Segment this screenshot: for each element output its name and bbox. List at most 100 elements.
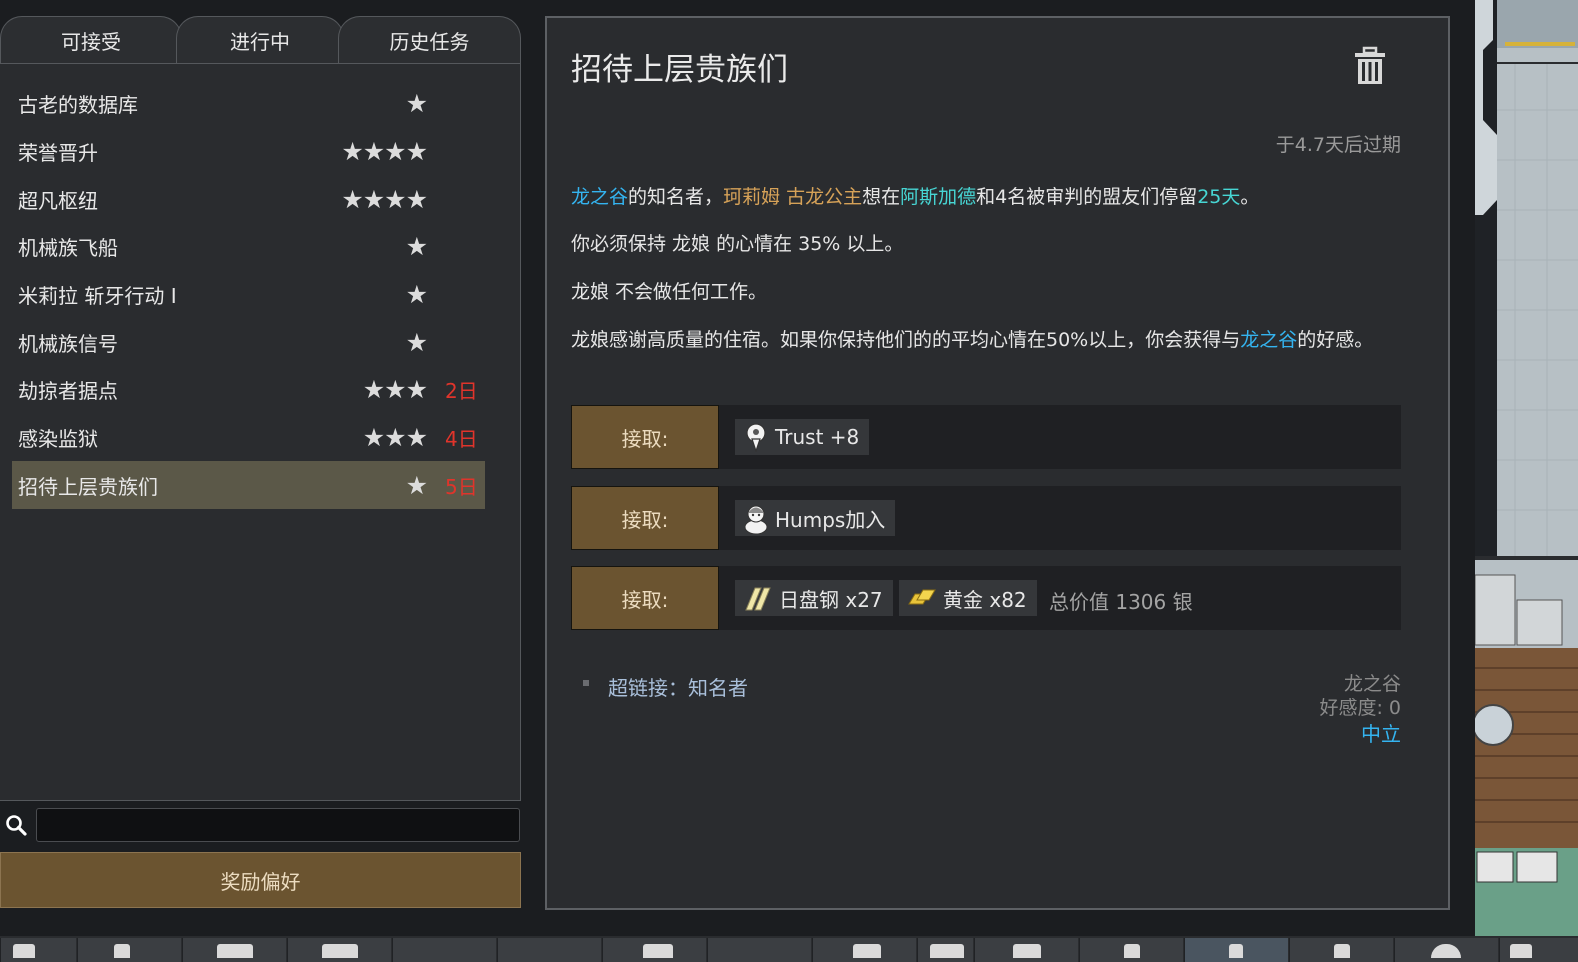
star-rating: ★ <box>405 327 428 357</box>
pawn-portrait-icon <box>744 505 768 534</box>
quest-title: 招待上层贵族们 <box>571 52 788 88</box>
tab-available[interactable]: 可接受 <box>0 16 182 64</box>
faction-name: 龙之谷 <box>1343 673 1401 695</box>
quest-days: 2日 <box>445 378 478 403</box>
quest-item[interactable]: 机械族信号 ★ <box>12 318 485 366</box>
quest-item-selected[interactable]: 招待上层贵族们 ★ 5日 <box>12 461 485 509</box>
quest-name: 米莉拉 斩牙行动 I <box>18 283 177 308</box>
star-rating: ★★★ <box>362 422 428 452</box>
settings-icon <box>1013 944 1041 958</box>
duration-text: 25天 <box>1197 186 1241 208</box>
animal-icon <box>643 944 673 958</box>
plasteel-icon <box>745 587 771 611</box>
reward-item: Humps加入 <box>735 500 896 536</box>
toolbar-button[interactable] <box>182 938 286 962</box>
quest-item[interactable]: 劫掠者据点 ★★★ 2日 <box>12 365 485 413</box>
toolbar-button[interactable] <box>77 938 181 962</box>
toolbar-button[interactable] <box>497 938 601 962</box>
world-icon <box>1431 944 1461 958</box>
game-map-view[interactable] <box>1475 0 1578 938</box>
quest-list: 古老的数据库 ★ 荣誉晋升 ★★★★ 超凡枢纽 ★★★★ 机械族飞船 ★ 米莉拉… <box>0 63 521 801</box>
quest-item[interactable]: 超凡枢纽 ★★★★ <box>12 175 485 223</box>
toolbar-button[interactable] <box>707 938 811 962</box>
quest-days: 5日 <box>445 474 478 499</box>
person-link[interactable]: 珂莉姆 古龙公主 <box>723 186 862 208</box>
quest-item[interactable]: 感染监狱 ★★★ 4日 <box>12 413 485 461</box>
hyperlink[interactable]: 超链接：知名者 <box>608 672 748 701</box>
reward-item: Trust +8 <box>735 419 870 455</box>
star-rating: ★ <box>405 231 428 261</box>
map-terrain <box>1475 0 1578 938</box>
tab-in-progress[interactable]: 进行中 <box>176 16 344 64</box>
tab-history[interactable]: 历史任务 <box>338 16 521 64</box>
toolbar-button[interactable] <box>392 938 496 962</box>
quest-tabs: 可接受 进行中 历史任务 <box>0 16 521 64</box>
search-input[interactable] <box>36 808 520 842</box>
reward-label: Trust +8 <box>775 425 860 449</box>
toolbar-button[interactable] <box>974 938 1078 962</box>
faction-link[interactable]: 龙之谷 <box>1240 329 1297 351</box>
history-icon <box>1334 944 1350 958</box>
reward-item: 日盘钢 x27 <box>735 580 893 616</box>
accept-button[interactable]: 接取: <box>571 566 719 630</box>
reward-label: 日盘钢 x27 <box>779 587 883 612</box>
toolbar-button[interactable] <box>0 938 76 962</box>
search-row <box>0 808 521 844</box>
reward-option: 接取: 日盘钢 x27 黄金 x82 总价值 1306 银 <box>571 566 1401 630</box>
bottom-toolbar <box>0 936 1578 962</box>
star-rating: ★★★★ <box>341 184 428 214</box>
quest-days: 4日 <box>445 426 478 451</box>
list-icon <box>217 944 253 958</box>
toolbar-button-quests-active[interactable] <box>1184 938 1288 962</box>
total-value: 总价值 1306 银 <box>1049 590 1193 614</box>
faction-relation: 中立 <box>1361 722 1401 746</box>
accept-button[interactable]: 接取: <box>571 405 719 469</box>
factions-icon <box>1124 944 1140 958</box>
toolbar-button[interactable] <box>917 938 973 962</box>
quest-name: 机械族飞船 <box>18 235 118 260</box>
reward-option: 接取: Humps加入 <box>571 486 1401 550</box>
toolbar-button[interactable] <box>1499 938 1578 962</box>
quest-name: 古老的数据库 <box>18 92 138 117</box>
star-rating: ★ <box>405 279 428 309</box>
quest-name: 招待上层贵族们 <box>18 474 158 499</box>
reward-option: 接取: Trust +8 <box>571 405 1401 469</box>
toolbar-button[interactable] <box>1079 938 1183 962</box>
quest-item[interactable]: 古老的数据库 ★ <box>12 79 485 127</box>
mood-requirement: 你必须保持 龙娘 的心情在 35% 以上。 <box>571 233 904 255</box>
place-link[interactable]: 阿斯加德 <box>900 186 976 208</box>
quest-item[interactable]: 机械族飞船 ★ <box>12 222 485 270</box>
quest-icon <box>1229 944 1243 958</box>
reward-label: 黄金 x82 <box>943 587 1027 612</box>
star-rating: ★ <box>405 88 428 118</box>
quest-item[interactable]: 荣誉晋升 ★★★★ <box>12 127 485 175</box>
quest-name: 荣誉晋升 <box>18 140 98 165</box>
menu-arrow-icon <box>1510 944 1532 958</box>
bullet <box>583 680 589 686</box>
tool-icon <box>114 944 130 958</box>
goodwill-note: 龙娘感谢高质量的住宿。如果你保持他们的的平均心情在50%以上，你会获得与龙之谷的… <box>571 329 1374 351</box>
reward-item: 黄金 x82 <box>899 580 1037 616</box>
quest-item[interactable]: 米莉拉 斩牙行动 I ★ <box>12 270 485 318</box>
toolbar-button[interactable] <box>1289 938 1393 962</box>
search-icon[interactable] <box>5 814 27 836</box>
faction-info: 龙之谷 好感度: 0 中立 <box>1319 672 1401 746</box>
toolbar-button[interactable] <box>602 938 706 962</box>
toolbar-button[interactable] <box>287 938 391 962</box>
reward-preferences-button[interactable]: 奖励偏好 <box>0 852 521 908</box>
trash-icon[interactable] <box>1352 46 1388 86</box>
gear-icon <box>853 944 881 958</box>
toolbar-button[interactable] <box>1394 938 1498 962</box>
reward-label: Humps加入 <box>775 507 886 532</box>
menu-icon <box>322 944 358 958</box>
faction-goodwill: 好感度: 0 <box>1319 697 1401 719</box>
quest-name: 劫掠者据点 <box>18 378 118 403</box>
quest-detail-panel: 招待上层贵族们 于4.7天后过期 龙之谷的知名者，珂莉姆 古龙公主想在阿斯加德和… <box>545 16 1450 910</box>
quest-name: 机械族信号 <box>18 331 118 356</box>
trust-icon <box>746 423 766 452</box>
faction-link[interactable]: 龙之谷 <box>571 186 628 208</box>
accept-button[interactable]: 接取: <box>571 486 719 550</box>
home-icon <box>13 944 35 958</box>
toolbar-button[interactable] <box>812 938 916 962</box>
gold-icon <box>908 589 936 605</box>
